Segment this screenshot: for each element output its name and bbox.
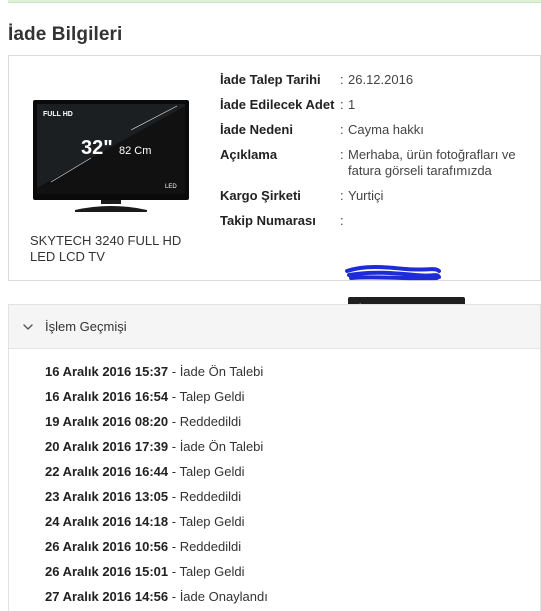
history-status: İade Ön Talebi [179,439,264,454]
image-size-text: 32" [81,137,113,159]
history-item: 23 Aralık 2016 13:05 - Reddedildi [45,489,242,504]
return-details-panel: FULL HD 32" 82 Cm LED SKYTECH 3240 FULL … [8,55,541,322]
history-panel: İşlem Geçmişi 16 Aralık 2016 15:37 - İad… [8,304,541,611]
history-date: 16 Aralık 2016 15:37 [45,364,169,379]
history-date: 26 Aralık 2016 10:56 [45,539,169,554]
history-status: İade Onaylandı [179,589,268,604]
info-row-request-date: İade Talep Tarihi : 26.12.2016 [220,72,535,88]
image-badge-bottom: LED [165,184,177,190]
history-date: 20 Aralık 2016 17:39 [45,439,169,454]
info-label: İade Nedeni [220,122,293,137]
product-name: SKYTECH 3240 FULL HD LED LCD TV [30,233,182,264]
history-item: 26 Aralık 2016 10:56 - Reddedildi [45,539,242,554]
history-item: 26 Aralık 2016 15:01 - Talep Geldi [45,564,245,579]
history-item: 20 Aralık 2016 17:39 - İade Ön Talebi [45,439,264,454]
history-item: 27 Aralık 2016 14:56 - İade Onaylandı [45,589,268,604]
history-date: 23 Aralık 2016 13:05 [45,489,169,504]
return-info-table: İade Talep Tarihi : 26.12.2016 İade Edil… [220,72,535,238]
info-value: Yurtiçi [348,188,384,203]
image-size-cm: 82 Cm [119,145,151,157]
info-value: 26.12.2016 [348,72,414,87]
history-title: İşlem Geçmişi [45,319,127,334]
info-label: Açıklama [220,147,278,162]
history-item: 22 Aralık 2016 16:44 - Talep Geldi [45,464,245,479]
info-value [348,213,535,229]
history-item: 24 Aralık 2016 14:18 - Talep Geldi [45,514,245,529]
top-accent-bar [8,0,541,3]
info-row-description: Açıklama : Merhaba, ürün fotoğrafları ve… [220,147,535,179]
history-status: Reddedildi [179,539,242,554]
history-item: 19 Aralık 2016 08:20 - Reddedildi [45,414,242,429]
info-row-reason: İade Nedeni : Cayma hakkı [220,122,535,138]
history-list: 16 Aralık 2016 15:37 - İade Ön Talebi 16… [9,349,540,609]
history-header[interactable]: İşlem Geçmişi [9,305,540,349]
history-status: Reddedildi [179,489,242,504]
history-status: Talep Geldi [179,564,245,579]
history-date: 24 Aralık 2016 14:18 [45,514,169,529]
info-label: İade Edilecek Adet [220,97,335,112]
history-date: 19 Aralık 2016 08:20 [45,414,169,429]
info-value: Merhaba, ürün fotoğrafları ve fatura gör… [348,147,516,178]
history-date: 26 Aralık 2016 15:01 [45,564,169,579]
info-row-quantity: İade Edilecek Adet : 1 [220,97,535,113]
history-item: 16 Aralık 2016 16:54 - Talep Geldi [45,389,245,404]
info-label: Kargo Şirketi [220,188,301,203]
info-label: İade Talep Tarihi [220,72,321,87]
info-value: 1 [348,97,356,112]
redaction-scribble [345,265,441,281]
page-title: İade Bilgileri [8,24,123,45]
image-badge-top: FULL HD [43,111,73,118]
history-status: Talep Geldi [179,514,245,529]
history-item: 16 Aralık 2016 15:37 - İade Ön Talebi [45,364,264,379]
info-row-cargo-company: Kargo Şirketi : Yurtiçi [220,188,535,204]
history-status: İade Ön Talebi [179,364,264,379]
history-date: 27 Aralık 2016 14:56 [45,589,169,604]
history-date: 16 Aralık 2016 16:54 [45,389,169,404]
chevron-down-icon [23,323,33,330]
history-date: 22 Aralık 2016 16:44 [45,464,169,479]
history-status: Reddedildi [179,414,242,429]
info-label: Takip Numarası [220,213,316,228]
product-image: FULL HD 32" 82 Cm LED [33,100,189,212]
history-status: Talep Geldi [179,464,245,479]
info-row-tracking-number: Takip Numarası : [220,213,535,229]
info-value: Cayma hakkı [348,122,424,137]
history-status: Talep Geldi [179,389,245,404]
